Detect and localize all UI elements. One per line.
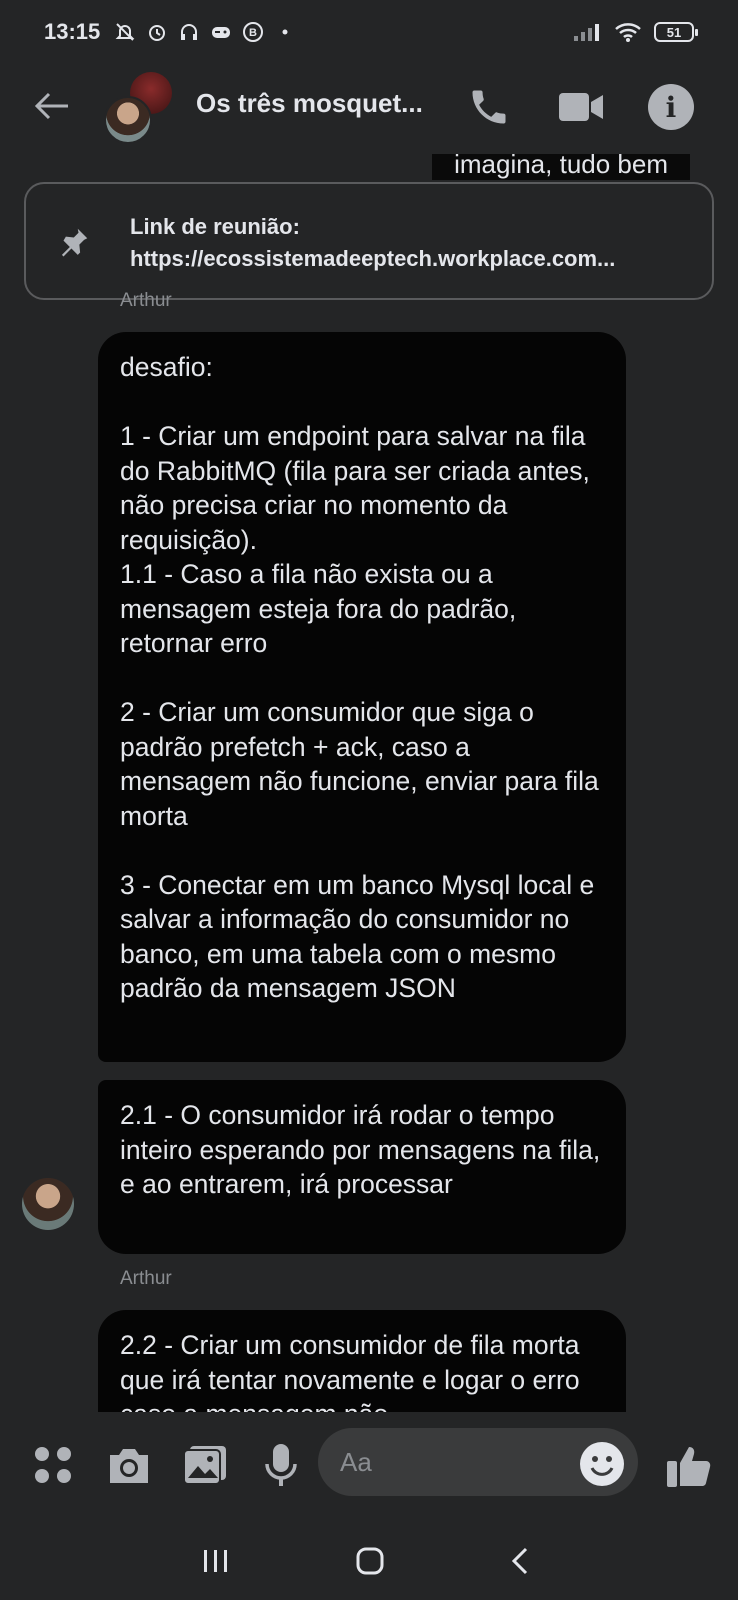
pinned-title: Link de reunião: [130, 214, 300, 239]
voice-message-button[interactable] [256, 1440, 306, 1490]
dot-icon [274, 21, 296, 43]
status-time: 13:15 [44, 19, 101, 44]
gallery-icon [183, 1446, 226, 1485]
avatar[interactable] [22, 1178, 74, 1230]
pinned-message-banner[interactable]: Link de reunião: https://ecossistemadeep… [24, 182, 714, 300]
arrow-left-icon [34, 92, 68, 120]
microphone-icon [265, 1444, 297, 1486]
status-bar: 13:15 B 51 [0, 0, 738, 64]
back-button[interactable] [30, 84, 74, 128]
b-icon: B [242, 21, 264, 43]
apps-icon [35, 1447, 71, 1483]
video-call-button[interactable] [556, 82, 606, 132]
camera-icon [110, 1449, 148, 1483]
recent-apps-icon [204, 1550, 227, 1572]
wifi-icon [614, 21, 642, 43]
sender-name: Arthur [120, 1268, 172, 1289]
thumbs-up-icon [667, 1447, 711, 1487]
system-back-button[interactable] [492, 1536, 548, 1586]
status-system-icons: 51 [572, 21, 698, 43]
home-icon [356, 1547, 384, 1575]
status-notification-icons: B [114, 21, 296, 43]
recent-apps-button[interactable] [188, 1536, 244, 1586]
headphones-icon [178, 21, 200, 43]
home-button[interactable] [342, 1536, 398, 1586]
info-button[interactable]: i [646, 82, 696, 132]
pinned-link[interactable]: https://ecossistemadeeptech.workplace.co… [130, 246, 702, 272]
info-icon: i [648, 84, 694, 130]
emoji-button[interactable] [580, 1442, 624, 1486]
sender-name: Arthur [120, 290, 172, 311]
message-composer [0, 1412, 738, 1522]
phone-icon [472, 90, 506, 124]
alarm-icon [146, 21, 168, 43]
conversation-header: Os três mosquet... i [0, 64, 738, 154]
message-bubble[interactable]: 2.1 - O consumidor irá rodar o tempo int… [98, 1080, 626, 1254]
gallery-button[interactable] [180, 1440, 230, 1490]
video-camera-icon [559, 93, 603, 121]
message-bubble[interactable]: desafio: 1 - Criar um endpoint para salv… [98, 332, 626, 1062]
gamepad-icon [210, 21, 232, 43]
signal-icon [572, 21, 602, 43]
svg-text:B: B [249, 27, 257, 39]
mute-icon [114, 21, 136, 43]
group-avatar[interactable] [104, 72, 176, 144]
previous-message-bubble[interactable]: imagina, tudo bem [432, 154, 690, 180]
battery-icon: 51 [654, 22, 698, 42]
system-navigation-bar [0, 1522, 738, 1600]
apps-button[interactable] [28, 1440, 78, 1490]
conversation-title[interactable]: Os três mosquet... [196, 88, 423, 119]
pin-icon [61, 228, 88, 257]
thumbs-up-button[interactable] [664, 1440, 714, 1490]
message-bubble[interactable]: 2.2 - Criar um consumidor de fila morta … [98, 1310, 626, 1412]
audio-call-button[interactable] [464, 82, 514, 132]
camera-button[interactable] [104, 1440, 154, 1490]
message-list[interactable]: imagina, tudo bem Link de reunião: https… [0, 154, 738, 1412]
emoji-icon [590, 1456, 614, 1476]
back-icon [511, 1547, 528, 1575]
avatar [104, 96, 152, 144]
